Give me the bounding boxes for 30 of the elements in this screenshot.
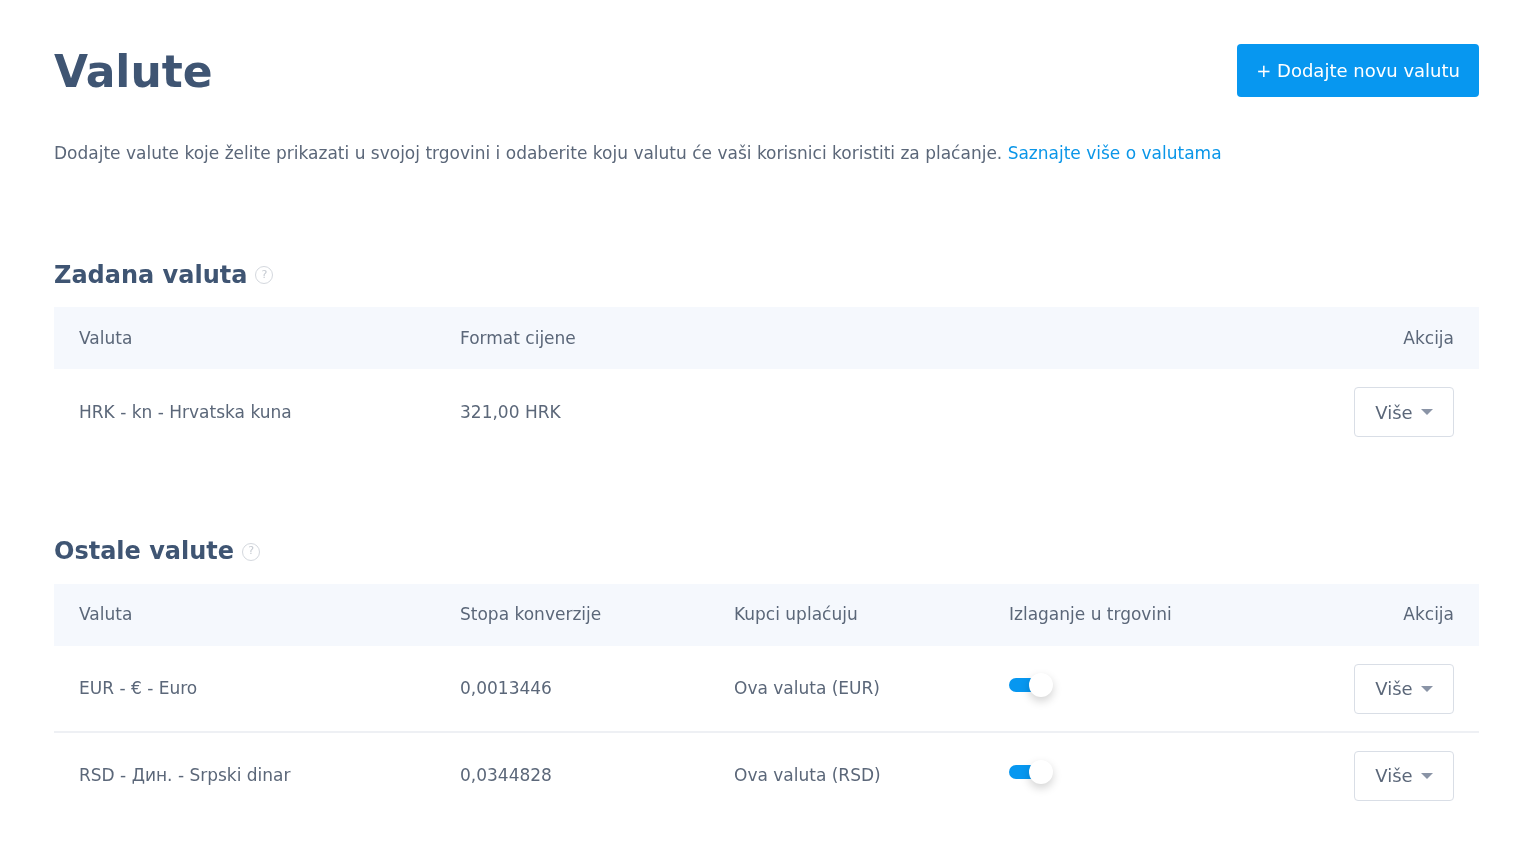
- table-cell: 321,00 HRK: [435, 369, 1279, 456]
- add-currency-button[interactable]: + Dodajte novu valutu: [1237, 44, 1479, 97]
- toggle-switch[interactable]: [1009, 758, 1053, 785]
- learn-more-link[interactable]: Saznajte više o valutama: [1007, 143, 1222, 163]
- table-cell: RSD - Дин. - Srpski dinar: [54, 732, 435, 819]
- section-title: Zadana valuta: [54, 260, 248, 290]
- column-header: Stopa konverzije: [435, 584, 709, 647]
- more-dropdown-button[interactable]: Više: [1354, 387, 1454, 438]
- table-cell: EUR - € - Euro: [54, 646, 435, 733]
- caret-icon: [1420, 685, 1433, 692]
- page-title: Valute: [54, 48, 213, 97]
- column-header: Izlaganje u trgovini: [984, 584, 1279, 647]
- more-dropdown-button[interactable]: Više: [1354, 663, 1454, 714]
- table-cell: 0,0344828: [435, 732, 709, 819]
- description: Dodajte valute koje želite prikazati u svojoj trgovini i odaberite koju valutu će vaši korisnici koristiti za plaćanje. Saznajte više o valutama: [54, 142, 1223, 165]
- column-header: Kupci uplaćuju: [709, 584, 984, 647]
- table-cell: HRK - kn - Hrvatska kuna: [54, 369, 435, 456]
- table-cell: 0,0013446: [435, 646, 709, 733]
- table-cell: Ova valuta (RSD): [709, 732, 984, 819]
- caret-icon: [1420, 772, 1433, 779]
- table-cell: Ova valuta (EUR): [709, 646, 984, 733]
- column-header: Format cijene: [435, 307, 1279, 370]
- column-header: Valuta: [54, 584, 435, 647]
- toggle-switch[interactable]: [1009, 671, 1053, 698]
- section-title: Ostale valute: [54, 537, 235, 567]
- caret-icon: [1420, 409, 1433, 416]
- column-header: Valuta: [54, 307, 435, 370]
- column-header: Akcija: [1279, 307, 1479, 370]
- more-dropdown-button[interactable]: Više: [1354, 750, 1454, 801]
- column-header: Akcija: [1279, 584, 1479, 647]
